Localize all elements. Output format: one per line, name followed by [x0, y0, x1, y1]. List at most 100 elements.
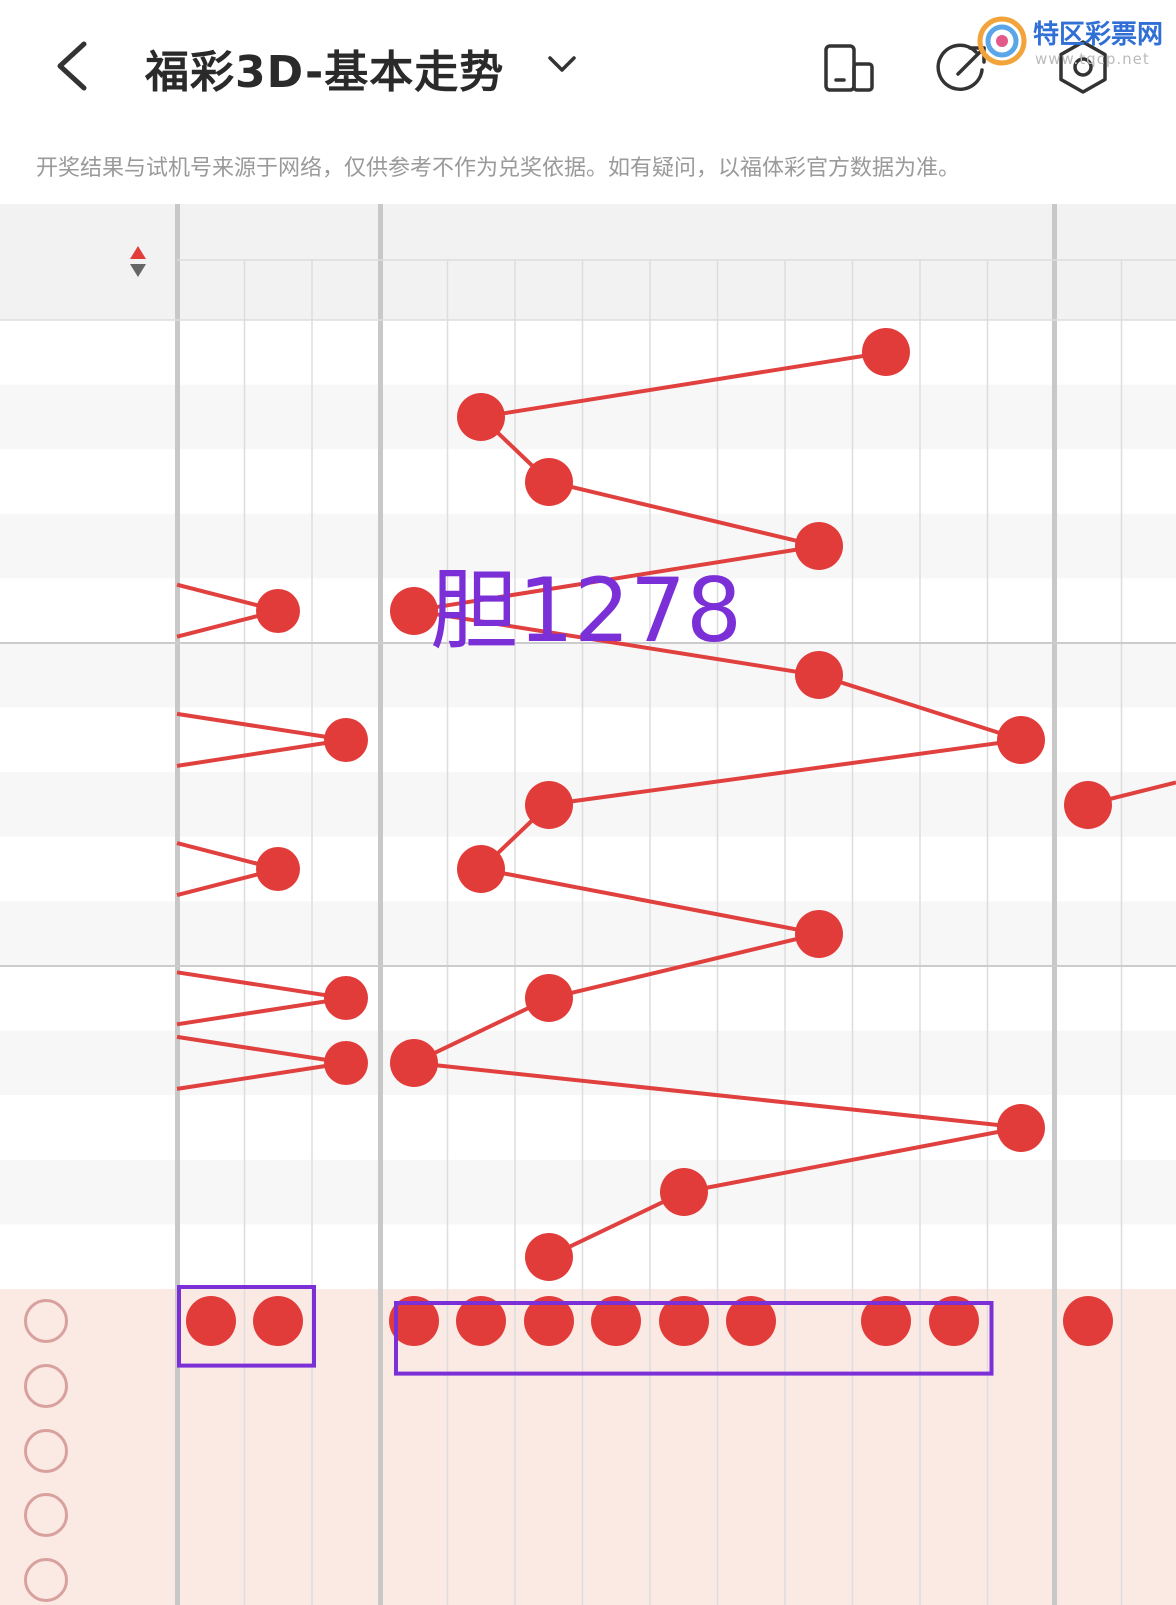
select-ball[interactable]	[456, 1296, 507, 1347]
select-digit[interactable]	[920, 1483, 988, 1548]
select-digit[interactable]	[245, 1483, 313, 1548]
select-digit[interactable]	[448, 1354, 516, 1419]
miss-count	[583, 837, 651, 902]
select-digit[interactable]	[718, 1483, 786, 1548]
page-title[interactable]: 福彩3D-基本走势	[145, 36, 504, 100]
miss-count	[380, 966, 448, 1031]
chevron-down-icon[interactable]	[546, 52, 578, 76]
select-digit[interactable]	[515, 1547, 583, 1605]
select-digit[interactable]	[920, 1418, 988, 1483]
select-digit[interactable]	[785, 1418, 853, 1483]
miss-count	[853, 1095, 921, 1160]
select-ball[interactable]	[591, 1296, 642, 1347]
select-digit[interactable]	[650, 1547, 718, 1605]
select-digit[interactable]	[380, 1547, 448, 1605]
select-digit[interactable]	[1054, 1418, 1122, 1483]
select-digit[interactable]	[245, 1547, 313, 1605]
select-ball[interactable]	[253, 1296, 304, 1347]
back-icon[interactable]	[52, 40, 92, 92]
select-digit[interactable]	[380, 1483, 448, 1548]
miss-count	[1054, 708, 1122, 773]
select-digit[interactable]	[380, 1354, 448, 1419]
landscape-toggle-icon[interactable]	[820, 40, 878, 96]
select-radio[interactable]	[24, 1493, 68, 1538]
select-digit[interactable]	[1054, 1547, 1122, 1605]
miss-count	[853, 901, 921, 966]
select-ball[interactable]	[1062, 1296, 1113, 1347]
select-digit[interactable]	[853, 1354, 921, 1419]
select-digit[interactable]	[785, 1354, 853, 1419]
select-digit[interactable]	[312, 1547, 380, 1605]
miss-count	[312, 1095, 380, 1160]
select-digit[interactable]	[718, 1418, 786, 1483]
select-label[interactable]	[82, 1483, 182, 1548]
select-digit[interactable]	[785, 1289, 853, 1354]
select-digit[interactable]	[448, 1418, 516, 1483]
select-digit[interactable]	[650, 1354, 718, 1419]
select-label[interactable]	[82, 1289, 182, 1354]
select-digit[interactable]	[583, 1547, 651, 1605]
select-digit[interactable]	[650, 1483, 718, 1548]
select-radio[interactable]	[24, 1299, 68, 1344]
select-digit[interactable]	[245, 1354, 313, 1419]
miss-count	[650, 708, 718, 773]
select-digit[interactable]	[448, 1547, 516, 1605]
select-digit[interactable]	[312, 1418, 380, 1483]
select-digit[interactable]	[245, 1418, 313, 1483]
select-radio[interactable]	[24, 1428, 68, 1473]
select-ball[interactable]	[523, 1296, 574, 1347]
miss-count	[1054, 1095, 1122, 1160]
select-digit[interactable]	[515, 1418, 583, 1483]
select-digit[interactable]	[920, 1547, 988, 1605]
select-ball[interactable]	[726, 1296, 777, 1347]
select-digit[interactable]	[1054, 1483, 1122, 1548]
select-digit[interactable]	[718, 1547, 786, 1605]
select-label[interactable]	[82, 1547, 182, 1605]
select-ball[interactable]	[861, 1296, 912, 1347]
select-digit[interactable]	[718, 1354, 786, 1419]
sort-icon[interactable]	[128, 244, 148, 280]
select-digit[interactable]	[312, 1289, 380, 1354]
select-digit[interactable]	[853, 1547, 921, 1605]
select-label[interactable]	[82, 1418, 182, 1483]
miss-count	[245, 1031, 313, 1096]
miss-count	[920, 708, 988, 773]
select-digit[interactable]	[920, 1354, 988, 1419]
miss-count	[853, 643, 921, 708]
select-ball[interactable]	[388, 1296, 439, 1347]
select-ball[interactable]	[658, 1296, 709, 1347]
select-digit[interactable]	[177, 1418, 245, 1483]
select-digit[interactable]	[583, 1418, 651, 1483]
select-radio[interactable]	[24, 1363, 68, 1408]
select-digit[interactable]	[650, 1418, 718, 1483]
column-header	[312, 260, 380, 320]
select-digit[interactable]	[988, 1547, 1056, 1605]
select-digit[interactable]	[380, 1418, 448, 1483]
select-digit[interactable]	[312, 1483, 380, 1548]
select-digit[interactable]	[515, 1354, 583, 1419]
select-digit[interactable]	[177, 1483, 245, 1548]
hit-ball	[862, 328, 911, 377]
select-digit[interactable]	[785, 1547, 853, 1605]
select-digit[interactable]	[785, 1483, 853, 1548]
select-digit[interactable]	[515, 1483, 583, 1548]
miss-count	[1054, 514, 1122, 579]
select-digit[interactable]	[988, 1289, 1056, 1354]
column-header	[380, 260, 448, 320]
select-label[interactable]	[82, 1354, 182, 1419]
select-digit[interactable]	[853, 1483, 921, 1548]
select-ball[interactable]	[185, 1296, 236, 1347]
select-digit[interactable]	[988, 1418, 1056, 1483]
select-digit[interactable]	[1054, 1354, 1122, 1419]
select-radio[interactable]	[24, 1557, 68, 1602]
select-digit[interactable]	[988, 1354, 1056, 1419]
select-digit[interactable]	[448, 1483, 516, 1548]
select-digit[interactable]	[312, 1354, 380, 1419]
select-digit[interactable]	[853, 1418, 921, 1483]
select-digit[interactable]	[583, 1354, 651, 1419]
select-digit[interactable]	[177, 1354, 245, 1419]
select-digit[interactable]	[583, 1483, 651, 1548]
select-digit[interactable]	[177, 1547, 245, 1605]
select-digit[interactable]	[988, 1483, 1056, 1548]
select-ball[interactable]	[928, 1296, 979, 1347]
